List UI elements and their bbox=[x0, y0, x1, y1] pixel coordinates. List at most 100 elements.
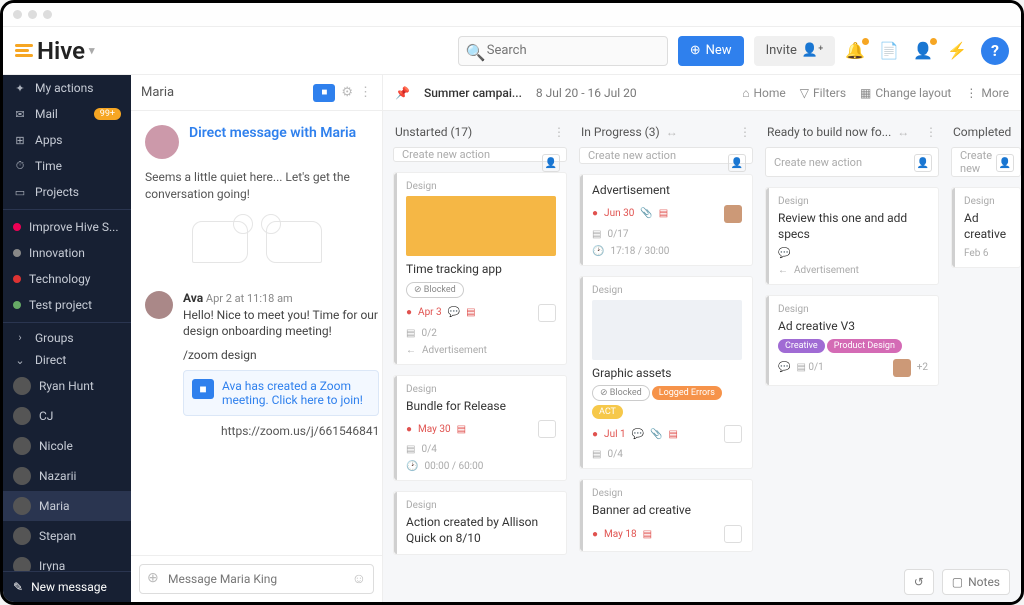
sidebar-project[interactable]: Improve Hive S... bbox=[3, 214, 131, 240]
create-action-input[interactable]: Create new action👤 bbox=[765, 147, 939, 177]
board-column: In Progress (3)↔⋮ Create new action👤Adve… bbox=[579, 121, 753, 562]
emoji-icon[interactable]: ☺ bbox=[352, 570, 366, 587]
history-button[interactable]: ↺ bbox=[904, 569, 934, 595]
sidebar-item[interactable]: ✉Mail99+ bbox=[3, 101, 131, 127]
search-icon: 🔍 bbox=[466, 43, 486, 62]
sidebar-dm[interactable]: Nazarii bbox=[3, 461, 131, 491]
assign-icon[interactable]: 👤 bbox=[996, 154, 1014, 172]
board-column: Ready to build now fo...↔⋮ Create new ac… bbox=[765, 121, 939, 562]
attach-icon[interactable]: ⊕ bbox=[147, 570, 159, 586]
hive-logo-icon bbox=[15, 44, 33, 57]
create-action-input[interactable]: Create new action👤 bbox=[393, 147, 567, 162]
window-titlebar bbox=[3, 3, 1021, 27]
comment-icon: 💬 bbox=[448, 307, 460, 318]
new-message-button[interactable]: ✎New message bbox=[3, 571, 131, 602]
card-meta: 💬▤ 0/1+2 bbox=[778, 359, 928, 377]
arrows-icon[interactable]: ↔ bbox=[897, 125, 909, 139]
sidebar-dm[interactable]: Nicole bbox=[3, 431, 131, 461]
card[interactable]: DesignBundle for Release●May 30▤▤0/4🕑00:… bbox=[393, 375, 567, 482]
zoom-meeting-card[interactable]: ■ Ava has created a Zoom meeting. Click … bbox=[183, 370, 379, 416]
assign-placeholder[interactable] bbox=[538, 420, 556, 438]
card-time: 🕑17:18 / 30:00 bbox=[592, 246, 742, 257]
attachment-icon: 📎 bbox=[650, 429, 662, 440]
app-logo[interactable]: Hive ▾ bbox=[15, 37, 95, 65]
help-button[interactable]: ? bbox=[981, 37, 1009, 65]
traffic-light-close[interactable] bbox=[13, 10, 22, 19]
filters-button[interactable]: ▽Filters bbox=[800, 86, 846, 100]
bolt-icon[interactable]: ⚡ bbox=[947, 41, 967, 60]
msg-command: /zoom design bbox=[183, 348, 379, 362]
card-title: Ad creative bbox=[964, 211, 1010, 242]
home-button[interactable]: ⌂Home bbox=[742, 86, 786, 100]
layout-button[interactable]: ▦Change layout bbox=[860, 86, 951, 100]
create-action-input[interactable]: Create new action👤 bbox=[579, 147, 753, 164]
sidebar-project[interactable]: Technology bbox=[3, 266, 131, 292]
global-search[interactable]: 🔍 bbox=[458, 36, 668, 66]
assign-icon[interactable]: 👤 bbox=[914, 154, 932, 172]
sidebar-groups[interactable]: ›Groups bbox=[3, 326, 131, 348]
project-dot bbox=[13, 249, 21, 257]
sidebar-dm[interactable]: Stepan bbox=[3, 521, 131, 551]
project-name[interactable]: Summer campai... bbox=[424, 86, 522, 100]
card-dependency: ←Advertisement bbox=[406, 345, 556, 356]
avatar-icon[interactable]: 👤 bbox=[913, 41, 933, 60]
card[interactable]: DesignAd creative V3CreativeProduct Desi… bbox=[765, 295, 939, 386]
card[interactable]: DesignBanner ad creative●May 18▤ bbox=[579, 479, 753, 552]
card[interactable]: DesignGraphic assets⊘ BlockedLogged Erro… bbox=[579, 276, 753, 470]
sidebar-project[interactable]: Innovation bbox=[3, 240, 131, 266]
column-menu[interactable]: ⋮ bbox=[925, 125, 937, 139]
sidebar-dm[interactable]: Maria bbox=[3, 491, 131, 521]
gear-icon[interactable]: ⚙ bbox=[341, 85, 353, 100]
card-label: Design bbox=[406, 500, 556, 511]
message-input[interactable] bbox=[139, 564, 374, 594]
sidebar-direct[interactable]: ⌄Direct bbox=[3, 349, 131, 371]
alert-icon: ● bbox=[592, 529, 598, 540]
document-icon[interactable]: 📄 bbox=[879, 41, 899, 60]
create-action-input[interactable]: Create new👤 bbox=[951, 147, 1021, 177]
sidebar-item[interactable]: ⏱Time bbox=[3, 153, 131, 179]
column-menu[interactable]: ⋮ bbox=[1017, 125, 1021, 139]
sidebar-item[interactable]: ✦My actions bbox=[3, 75, 131, 101]
traffic-light-min[interactable] bbox=[28, 10, 37, 19]
zoom-icon[interactable]: ■ bbox=[313, 84, 335, 102]
sidebar-project[interactable]: Test project bbox=[3, 292, 131, 318]
sidebar-dm[interactable]: Ryan Hunt bbox=[3, 371, 131, 401]
search-input[interactable] bbox=[458, 36, 668, 66]
nav-icon: ⊞ bbox=[13, 134, 27, 147]
sidebar-item[interactable]: ▭Projects bbox=[3, 179, 131, 205]
assign-icon[interactable]: 👤 bbox=[542, 154, 560, 172]
arrows-icon[interactable]: ↔ bbox=[666, 125, 678, 139]
checklist-icon: ▤ bbox=[592, 449, 601, 460]
pin-icon[interactable]: 📌 bbox=[395, 86, 410, 100]
traffic-light-max[interactable] bbox=[43, 10, 52, 19]
alert-icon: ● bbox=[592, 429, 598, 440]
chevron-down-icon[interactable]: ▾ bbox=[89, 44, 95, 57]
card[interactable]: DesignReview this one and add specs💬←Adv… bbox=[765, 187, 939, 285]
pencil-icon: ✎ bbox=[13, 580, 23, 594]
card[interactable]: DesignTime tracking app⊘ Blocked●Apr 3💬▤… bbox=[393, 172, 567, 365]
more-icon[interactable]: ⋮ bbox=[359, 85, 372, 100]
card[interactable]: DesignAd creativeFeb 6 bbox=[951, 187, 1021, 268]
card[interactable]: DesignAction created by Allison Quick on… bbox=[393, 491, 567, 555]
msg-text: Hello! Nice to meet you! Time for our de… bbox=[183, 307, 379, 341]
assign-placeholder[interactable] bbox=[538, 304, 556, 322]
filter-icon: ▽ bbox=[800, 86, 809, 100]
assign-placeholder[interactable] bbox=[724, 525, 742, 543]
invite-button[interactable]: Invite👤⁺ bbox=[754, 36, 836, 66]
board-header: 📌 Summer campai... 8 Jul 20 - 16 Jul 20 … bbox=[383, 75, 1021, 111]
sidebar-item[interactable]: ⊞Apps bbox=[3, 127, 131, 153]
msg-author: Ava bbox=[183, 291, 203, 305]
sidebar-dm[interactable]: CJ bbox=[3, 401, 131, 431]
column-menu[interactable]: ⋮ bbox=[739, 125, 751, 139]
notes-button[interactable]: ▢Notes bbox=[942, 569, 1010, 595]
column-menu[interactable]: ⋮ bbox=[553, 125, 565, 139]
zoom-link[interactable]: https://zoom.us/j/661546841 bbox=[221, 424, 379, 438]
assign-icon[interactable]: 👤 bbox=[728, 154, 746, 172]
assign-placeholder[interactable] bbox=[724, 425, 742, 443]
card[interactable]: Advertisement●Jun 30📎▤▤0/17🕑17:18 / 30:0… bbox=[579, 174, 753, 266]
bell-icon[interactable]: 🔔 bbox=[845, 41, 865, 60]
new-button[interactable]: ⊕New bbox=[678, 36, 744, 66]
more-button[interactable]: ⋮More bbox=[965, 86, 1009, 100]
project-dot bbox=[13, 223, 21, 231]
sidebar-dm[interactable]: Iryna bbox=[3, 551, 131, 571]
